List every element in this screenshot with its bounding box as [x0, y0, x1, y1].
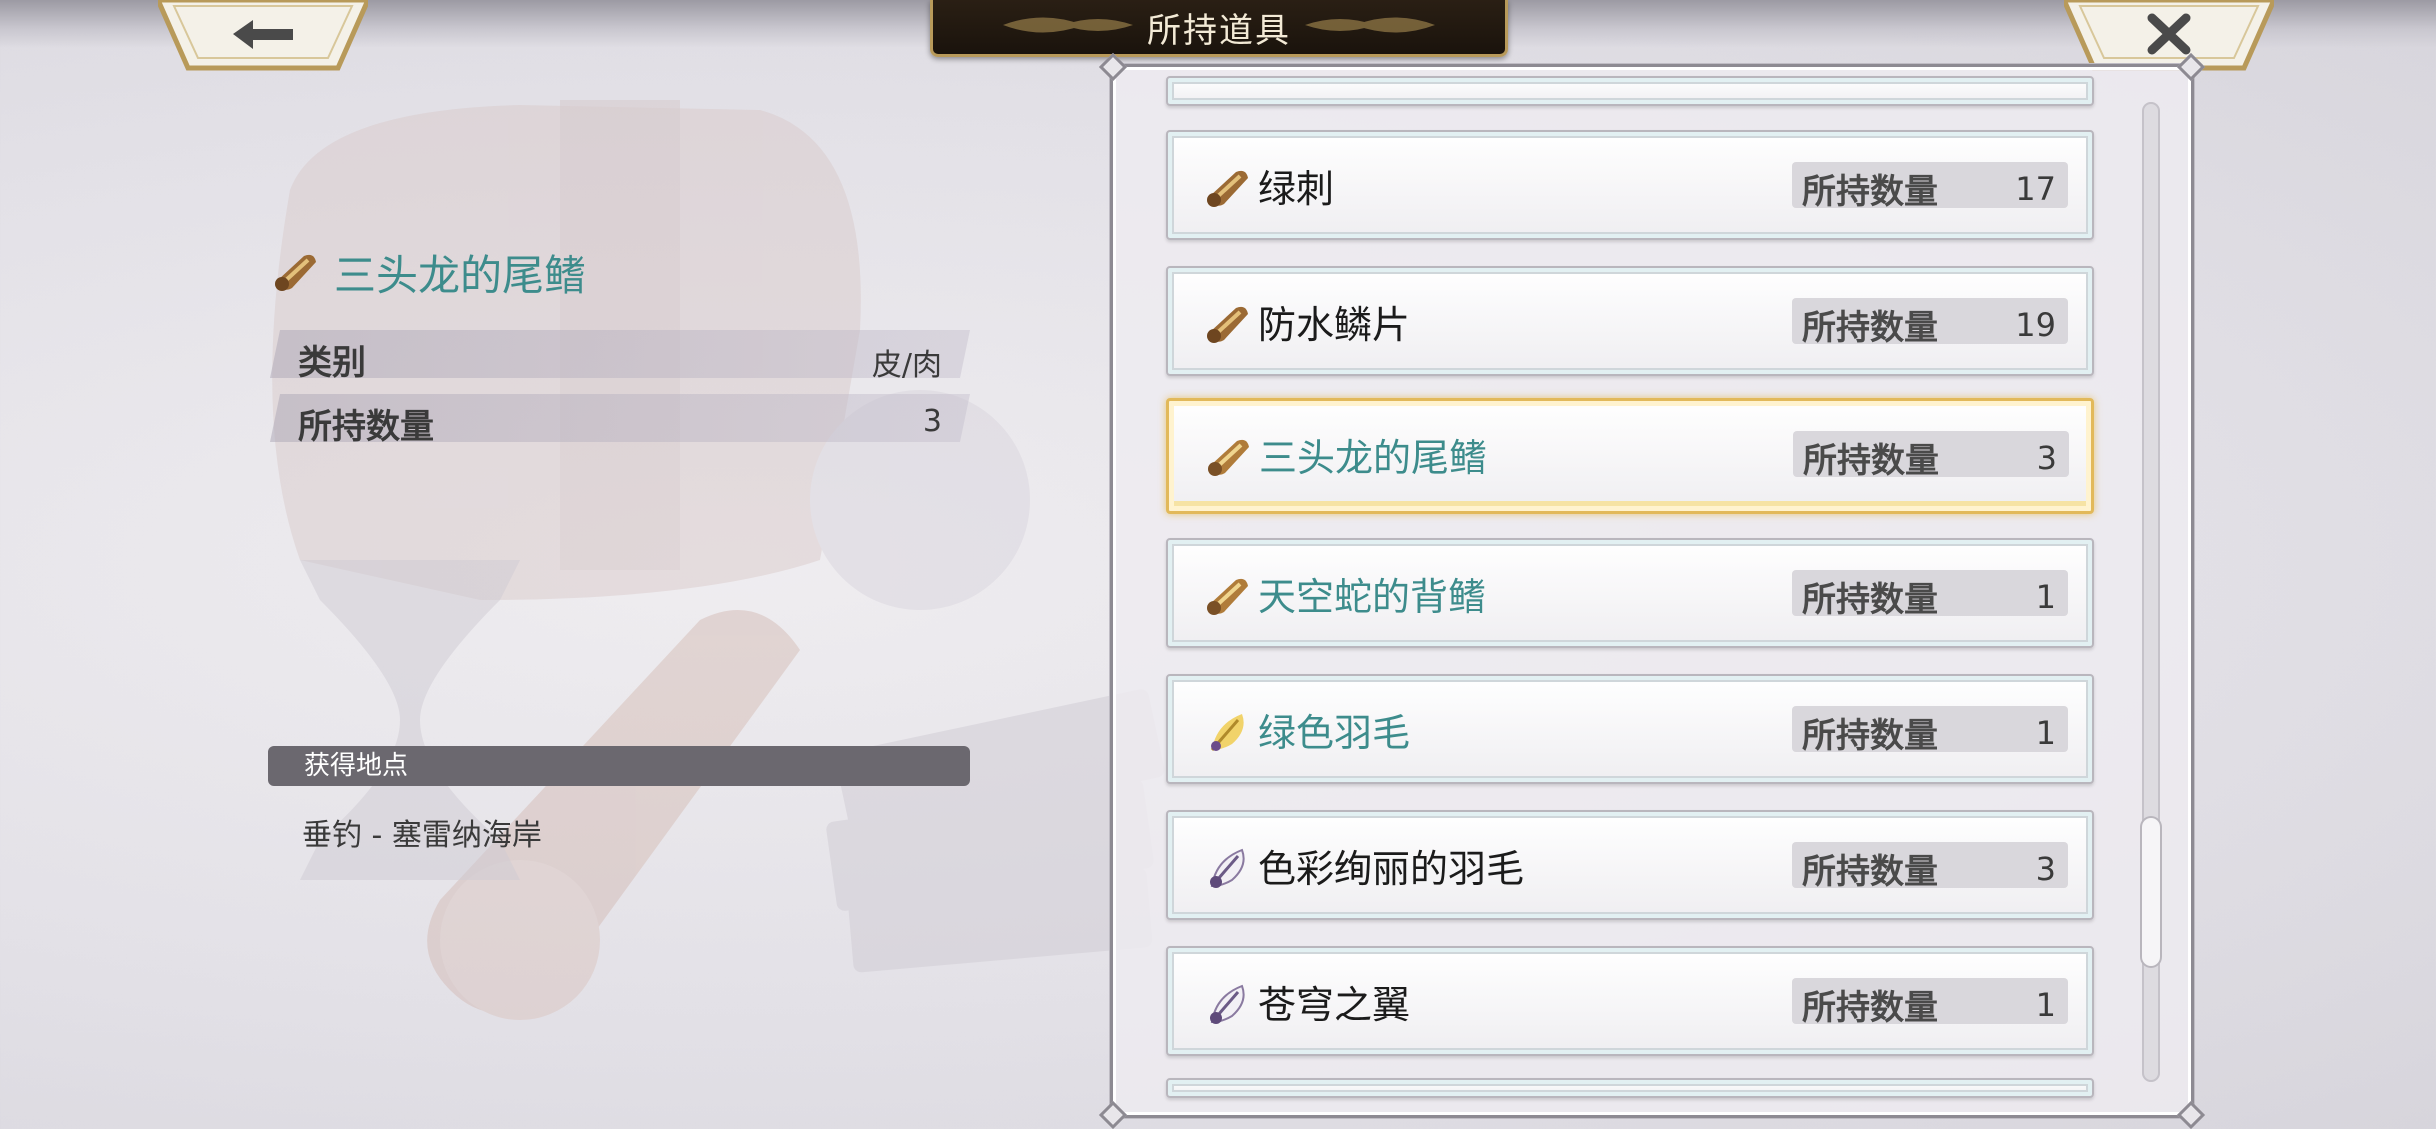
quantity-value: 1 — [2035, 714, 2056, 752]
detail-row-owned: 所持数量 3 — [270, 394, 970, 442]
quantity-box: 所持数量 19 — [1792, 298, 2068, 348]
close-x-icon — [2061, 0, 2277, 71]
detail-row-value: 3 — [922, 404, 942, 439]
item-name: 绿色羽毛 — [1258, 711, 1411, 755]
ornament-icon — [1305, 17, 1435, 33]
panel-corner — [1098, 52, 1128, 82]
back-button[interactable] — [155, 0, 371, 72]
quantity-box: 所持数量 1 — [1792, 570, 2068, 620]
quantity-value: 19 — [2015, 306, 2056, 344]
quantity-value: 17 — [2015, 170, 2056, 208]
list-item[interactable]: 防水鳞片 所持数量 19 — [1166, 266, 2094, 376]
list-item-selected[interactable]: 三头龙的尾鳍 所持数量 3 — [1166, 398, 2094, 514]
quantity-box: 所持数量 17 — [1792, 162, 2068, 212]
quantity-box: 所持数量 3 — [1793, 431, 2069, 481]
list-item[interactable]: 天空蛇的背鳍 所持数量 1 — [1166, 538, 2094, 648]
quantity-value: 1 — [2035, 986, 2056, 1024]
list-item-partial[interactable] — [1166, 1078, 2094, 1098]
list-scrollbar-thumb[interactable] — [2142, 817, 2160, 966]
item-detail-name: 三头龙的尾鳍 — [334, 250, 587, 300]
item-detail-title: 三头龙的尾鳍 — [270, 242, 586, 302]
ornament-icon — [1003, 17, 1133, 33]
obtain-location-header: 获得地点 — [268, 746, 970, 786]
item-name: 天空蛇的背鳍 — [1258, 575, 1487, 619]
quantity-label: 所持数量 — [1802, 172, 1938, 212]
item-name: 色彩绚丽的羽毛 — [1258, 847, 1525, 891]
quantity-label: 所持数量 — [1803, 441, 1939, 481]
detail-row-value: 皮/肉 — [871, 348, 942, 383]
quantity-box: 所持数量 1 — [1792, 706, 2068, 756]
yellow-feather-icon — [1210, 714, 1244, 751]
list-item-partial[interactable] — [1166, 76, 2094, 106]
detail-row-label: 所持数量 — [298, 407, 434, 447]
quantity-label: 所持数量 — [1802, 852, 1938, 892]
list-item[interactable]: 苍穹之翼 所持数量 1 — [1166, 946, 2094, 1056]
item-name: 防水鳞片 — [1258, 303, 1411, 347]
quantity-box: 所持数量 1 — [1792, 978, 2068, 1028]
quantity-label: 所持数量 — [1802, 716, 1938, 756]
quantity-label: 所持数量 — [1802, 580, 1938, 620]
detail-row-category: 类别 皮/肉 — [270, 330, 970, 378]
quantity-box: 所持数量 3 — [1792, 842, 2068, 892]
obtain-location-text: 垂钓 - 塞雷纳海岸 — [302, 818, 542, 853]
page-title: 所持道具 — [1147, 10, 1291, 51]
purple-feather-icon — [1210, 984, 1245, 1024]
quantity-label: 所持数量 — [1802, 988, 1938, 1028]
close-button[interactable] — [2061, 0, 2277, 72]
list-item[interactable]: 绿色羽毛 所持数量 1 — [1166, 674, 2094, 784]
page-title-plate: 所持道具 — [930, 0, 1508, 57]
detail-row-label: 类别 — [298, 343, 366, 383]
arrow-left-icon — [155, 0, 371, 71]
list-item[interactable]: 色彩绚丽的羽毛 所持数量 3 — [1166, 810, 2094, 920]
quantity-label: 所持数量 — [1802, 308, 1938, 348]
scroll-material-icon — [1208, 439, 1249, 476]
quantity-value: 1 — [2035, 578, 2056, 616]
scroll-material-icon — [1207, 578, 1248, 615]
item-name: 苍穹之翼 — [1258, 983, 1411, 1027]
item-name: 绿刺 — [1258, 167, 1335, 211]
scroll-material-icon — [1207, 170, 1248, 207]
quantity-value: 3 — [2036, 439, 2057, 477]
scroll-material-icon — [275, 254, 316, 291]
list-item[interactable]: 绿刺 所持数量 17 — [1166, 130, 2094, 240]
quantity-value: 3 — [2035, 850, 2056, 888]
item-name: 三头龙的尾鳍 — [1259, 436, 1488, 480]
scroll-material-icon — [1207, 306, 1248, 343]
purple-feather-icon — [1210, 848, 1245, 888]
